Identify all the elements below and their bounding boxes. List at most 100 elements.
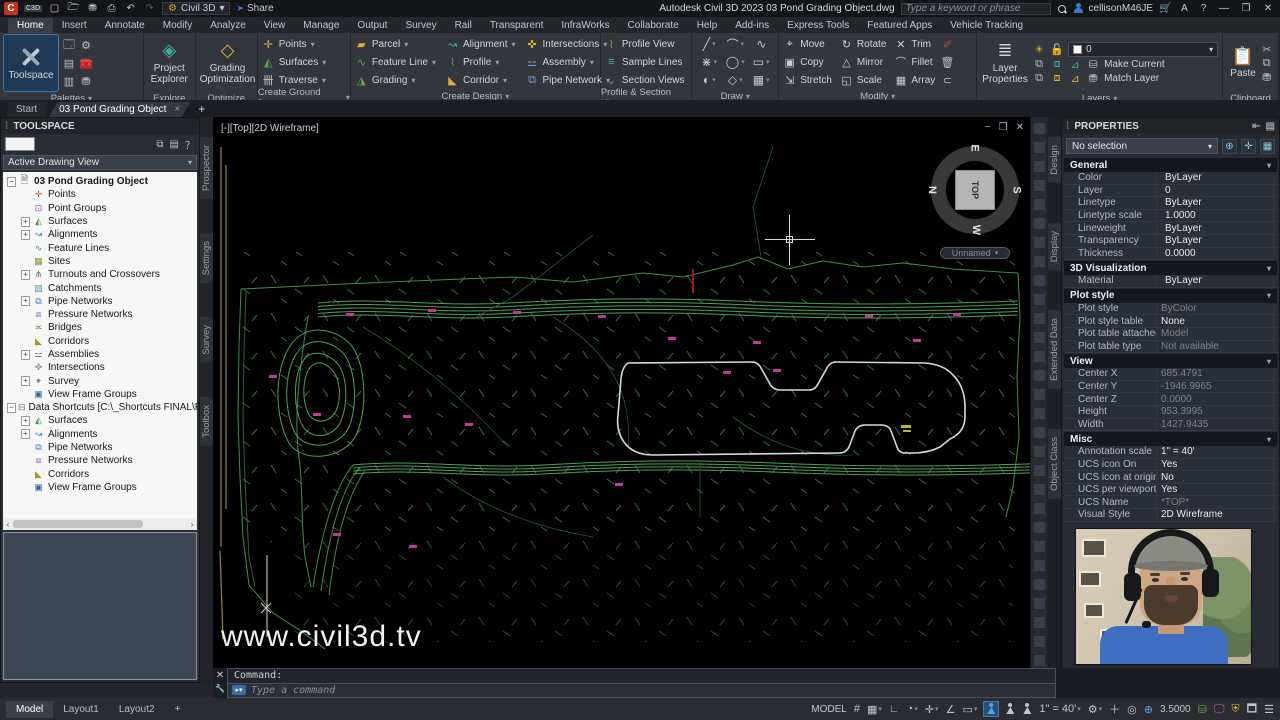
toolspace-button[interactable]: Toolspace [3,34,59,92]
polar-tracking-icon[interactable]: ◔ ▾ [907,703,918,715]
copy-base-icon[interactable]: ⛃ [1262,71,1271,84]
viewport-restore-icon[interactable]: ❐ [999,122,1008,133]
ribbon-button[interactable]: ⌒ Fillet [894,54,935,70]
settings-icon[interactable]: ⚙ [78,37,94,54]
layer-off-icon[interactable]: ⊿ [1068,72,1082,85]
quick-select-icon[interactable]: ▦ [1260,138,1275,154]
scrollbar-thumb[interactable] [13,520,143,528]
search-icon[interactable] [1057,4,1067,14]
circle-tool-icon[interactable]: ◯ ▾ [722,55,748,69]
tree-expander[interactable] [21,390,30,399]
palette-grip[interactable]: ⁞ [5,121,9,132]
drawing-viewport[interactable]: [-][Top][2D Wireframe] − ❐ ✕ E N S W TOP… [213,117,1030,668]
ribbon-button[interactable]: ▣ Copy [783,56,832,69]
annotation-autoscale-icon[interactable] [1005,703,1015,715]
ribbon-button[interactable]: ↻ Rotate [840,38,887,51]
erase-tool-icon[interactable]: ✐ [938,36,956,53]
toolspace-vertical-tab[interactable]: Survey [200,317,213,363]
ribbon-button[interactable]: ≡ Sample Lines [605,56,685,68]
ellipse-tool-icon[interactable]: ◇ ▾ [722,73,748,87]
command-prompt-icon[interactable]: ▸▾ [232,685,246,696]
property-row[interactable]: Color ByLayer [1064,172,1277,185]
tree-item[interactable]: View Frame Groups [7,388,197,401]
tree-expander[interactable] [21,230,30,239]
property-row[interactable]: Center X 685.4791 [1064,368,1277,381]
layout-tab[interactable]: Model [6,700,54,718]
tree-item[interactable]: Assemblies [7,348,197,361]
close-tab-icon[interactable]: × [174,104,180,115]
ribbon-button[interactable]: ◣ Corridor ▾ [446,74,515,87]
viewport-close-icon[interactable]: ✕ [1016,122,1024,133]
hatch-tool-icon[interactable]: ⋇ ▾ [696,55,722,69]
tab-drawing[interactable]: 03 Pond Grading Object × [49,102,191,117]
tree-item[interactable]: Alignments [7,428,197,441]
ribbon-button[interactable]: ✛ Points ▾ [262,38,326,51]
compass-south[interactable]: S [1011,186,1023,193]
tree-item[interactable]: Bridges [7,321,197,334]
compass-north[interactable]: N [926,186,938,194]
ribbon-button[interactable]: △ Mirror [840,56,886,69]
polyline-tool-icon[interactable]: ∿ [748,37,774,51]
layer-on-icon[interactable]: ☀ [1032,43,1046,56]
properties-vertical-tab[interactable]: Display [1047,222,1061,270]
panorama-display-icon[interactable]: ▤ [170,137,179,152]
tree-expander[interactable] [21,257,30,266]
tree-expander[interactable] [21,217,30,226]
property-row[interactable]: Linetype scale 1.0000 [1064,209,1277,223]
properties-vertical-tab[interactable]: Object Class [1047,428,1061,499]
toolspace-titlebar[interactable]: ⁞ TOOLSPACE [1,118,199,134]
model-space-button[interactable]: MODEL [811,704,847,715]
ribbon-button[interactable]: ✜ Intersections ▾ [526,38,610,51]
tree-expander[interactable] [21,323,30,332]
toggle-pickadd-icon[interactable]: ⊕ [1222,138,1237,154]
property-row[interactable]: UCS per viewport Yes [1064,483,1277,497]
panorama-icon[interactable]: ▤ [61,55,77,72]
make-current-icon[interactable]: ⛁ [1086,58,1100,71]
layout-tab[interactable]: Layout1 [53,701,109,718]
tree-item[interactable]: Pipe Networks [7,295,197,308]
properties-titlebar[interactable]: ⁞ PROPERTIES ⇤ ▤ [1062,118,1279,134]
ribbon-button[interactable]: ∿ Feature Line ▾ [355,56,436,69]
tree-expander[interactable] [21,416,30,425]
property-row[interactable]: Lineweight ByLayer [1064,222,1277,235]
dynamic-input-icon[interactable]: ▭ ▾ [962,703,977,716]
layer-tool-icon[interactable]: ⧉ [1032,58,1046,71]
ribbon-button[interactable]: ⌖ Move [783,38,832,51]
ribbon-button[interactable]: ⚍ Assembly ▾ [526,56,610,69]
new-drawing-button[interactable]: + [192,101,211,117]
property-row[interactable]: Plot table type Not available [1064,340,1277,354]
compass-west[interactable]: W [970,225,982,235]
project-explorer-button[interactable]: ◈ Project Explorer [148,35,191,91]
viewport-controls-label[interactable]: [-][Top][2D Wireframe] [221,123,319,134]
ribbon-button[interactable]: ◮ Grading ▾ [355,74,436,87]
clean-screen-icon[interactable]: 🗖 [1247,700,1257,719]
tree-horizontal-scrollbar[interactable]: ‹ › [3,518,197,530]
section-3d-visualization[interactable]: 3D Visualization [1064,261,1277,276]
tree-item[interactable]: Corridors [7,335,197,348]
property-row[interactable]: Plot style table None [1064,315,1277,328]
object-snap-icon[interactable]: ✛ ▾ [925,703,939,716]
toolspace-vertical-tab[interactable]: Prospector [200,137,213,199]
tree-expander[interactable] [21,190,30,199]
ribbon-tab[interactable]: Vehicle Tracking [941,18,1032,33]
property-row[interactable]: Height 953.3995 [1064,405,1277,419]
ribbon-tab[interactable]: Express Tools [778,18,858,33]
ribbon-tab[interactable]: Rail [446,18,481,33]
ribbon-tab[interactable]: Home [8,18,53,33]
match-layer-icon[interactable]: ⛃ [1086,72,1100,85]
tree-item[interactable]: Pressure Networks [7,454,197,467]
explode-tool-icon[interactable]: 🗑 [938,54,956,71]
minimize-button[interactable]: — [1216,2,1232,15]
close-button[interactable]: ✕ [1260,2,1276,15]
workspace-gear-icon[interactable]: ⚙ ▾ [1088,703,1102,716]
isolate-objects-icon[interactable]: ◎ [1127,703,1137,716]
ribbon-tab[interactable]: Survey [396,18,445,33]
scroll-left-icon[interactable]: ‹ [3,520,13,529]
share-button[interactable]: Share [236,3,274,14]
section-general[interactable]: General [1064,158,1277,172]
layer-freeze-icon[interactable]: ⧈ [1050,58,1064,71]
section-misc[interactable]: Misc [1064,432,1277,447]
tree-expander[interactable] [21,337,30,346]
tree-item[interactable]: Catchments [7,281,197,294]
selection-dropdown[interactable]: No selection ▾ [1066,138,1218,154]
